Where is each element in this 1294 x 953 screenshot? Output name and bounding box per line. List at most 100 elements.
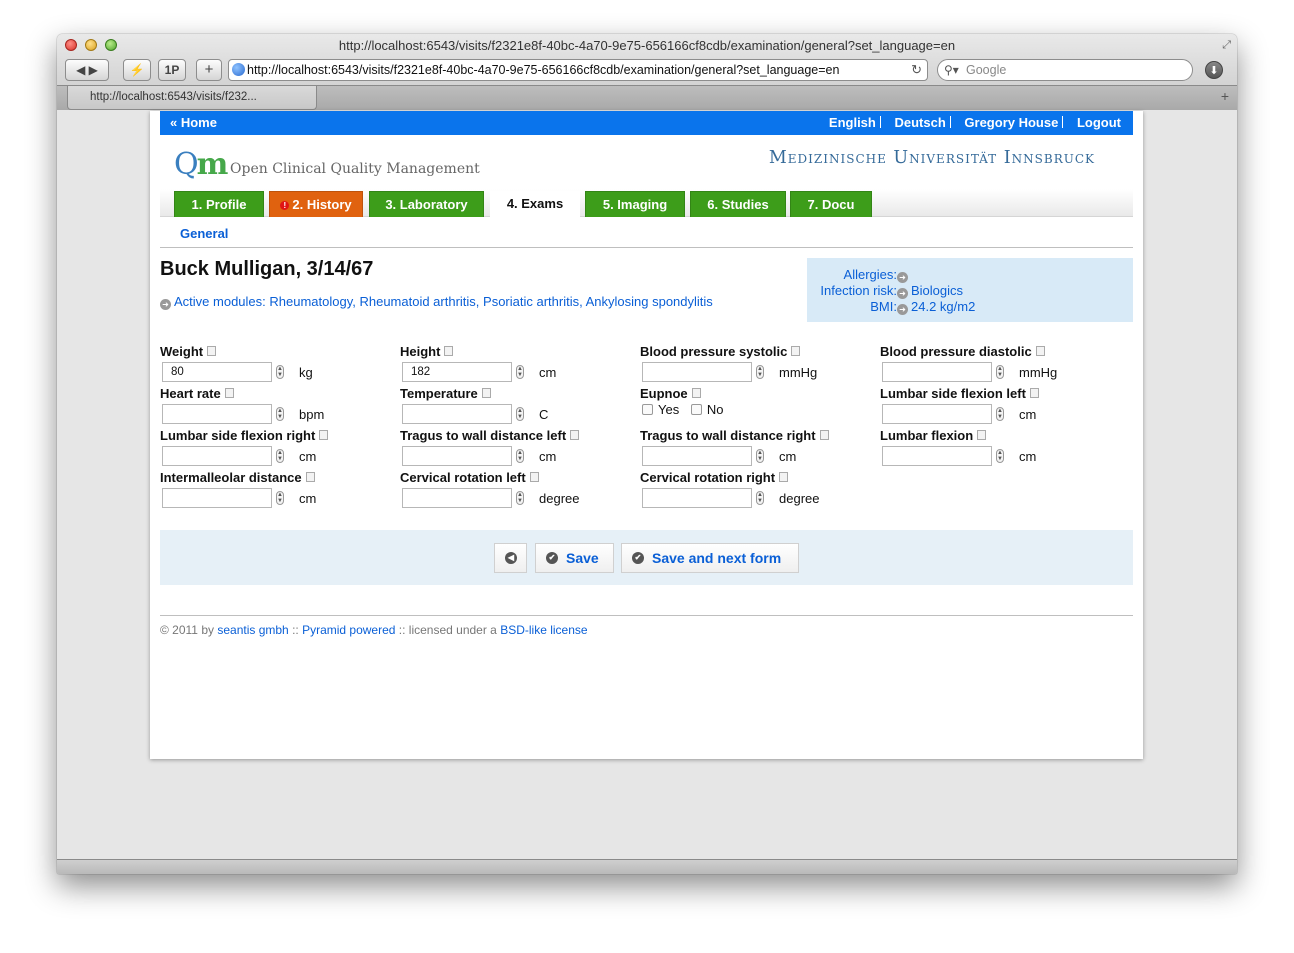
tragus-right-input-row: ▲ ▼ cm xyxy=(640,446,870,467)
checkbox-no[interactable] xyxy=(690,404,702,415)
spinner-icon[interactable]: ▲ ▼ xyxy=(996,365,1004,379)
forward-icon[interactable]: ▶ xyxy=(89,63,98,77)
subnav-general[interactable]: General xyxy=(180,226,228,241)
back-icon[interactable]: ◀ xyxy=(76,63,85,77)
reload-icon[interactable]: ↻ xyxy=(911,60,922,80)
bmi-text: 24.2 kg/m2 xyxy=(911,299,976,314)
add-bookmark-button[interactable]: + xyxy=(196,59,222,81)
back-forward-buttons[interactable]: ◀ ▶ xyxy=(65,59,109,81)
note-icon[interactable] xyxy=(481,388,491,398)
tab-laboratory[interactable]: 3. Laboratory xyxy=(369,191,484,217)
modules-list[interactable]: Rheumatology, Rheumatoid arthritis, Psor… xyxy=(269,294,712,309)
checkbox-yes[interactable] xyxy=(642,404,653,415)
spinner-icon[interactable]: ▲ ▼ xyxy=(276,407,284,421)
note-icon[interactable] xyxy=(819,430,829,440)
intermalleolar-input[interactable] xyxy=(162,488,272,508)
spinner-icon[interactable]: ▲ ▼ xyxy=(276,365,284,379)
note-icon[interactable] xyxy=(319,430,329,440)
tragus-left-input[interactable] xyxy=(402,446,512,466)
note-icon[interactable] xyxy=(224,388,234,398)
bp-systolic-input[interactable] xyxy=(642,362,752,382)
arrow-circle-icon: ➜ xyxy=(897,272,908,283)
note-icon[interactable] xyxy=(791,346,801,356)
spinner-icon[interactable]: ▲ ▼ xyxy=(756,365,764,379)
cervical-right-input[interactable] xyxy=(642,488,752,508)
back-button[interactable]: ◀ xyxy=(494,543,527,573)
pyramid-link[interactable]: Pyramid powered xyxy=(302,623,395,637)
lumbar-flexion-input-row: ▲ ▼ cm xyxy=(880,446,1110,467)
university-name: Medizinische Universität Innsbruck xyxy=(768,148,1095,168)
spinner-icon[interactable]: ▲ ▼ xyxy=(516,491,524,505)
note-icon[interactable] xyxy=(1029,388,1039,398)
spinner-icon[interactable]: ▲ ▼ xyxy=(756,449,764,463)
tab-exams[interactable]: 4. Exams xyxy=(490,191,580,217)
heart-rate-input-row: ▲ ▼ bpm xyxy=(160,404,390,425)
new-tab-icon[interactable]: + xyxy=(1221,88,1229,104)
save-button[interactable]: ✔ Save xyxy=(535,543,614,573)
lang-deutsch-link[interactable]: Deutsch xyxy=(894,115,945,130)
spinner-icon[interactable]: ▲ ▼ xyxy=(276,449,284,463)
tab-profile[interactable]: 1. Profile xyxy=(174,191,264,217)
height-input[interactable] xyxy=(402,362,512,382)
tab-history[interactable]: ! 2. History xyxy=(269,191,363,217)
home-link[interactable]: « Home xyxy=(170,111,217,135)
spinner-icon[interactable]: ▲ ▼ xyxy=(996,407,1004,421)
weight-input[interactable] xyxy=(162,362,272,382)
temperature-input-row: ▲ ▼ C xyxy=(400,404,630,425)
tragus-left-unit: cm xyxy=(539,449,557,464)
note-icon[interactable] xyxy=(444,346,454,356)
note-icon[interactable] xyxy=(977,430,987,440)
user-link[interactable]: Gregory House xyxy=(964,115,1058,130)
eupnoe-yes-option[interactable]: Yes xyxy=(640,402,679,417)
url-text[interactable]: http://localhost:6543/visits/f2321e8f-40… xyxy=(247,63,839,77)
bmi-value[interactable]: ➜ 24.2 kg/m2 xyxy=(897,299,975,315)
spinner-icon[interactable]: ▲ ▼ xyxy=(516,407,524,421)
onepassword-button[interactable]: 1P xyxy=(158,59,186,81)
spinner-icon[interactable]: ▲ ▼ xyxy=(276,491,284,505)
address-bar[interactable]: http://localhost:6543/visits/f2321e8f-40… xyxy=(228,59,928,81)
save-next-button[interactable]: ✔ Save and next form xyxy=(621,543,799,573)
cervical-left-input[interactable] xyxy=(402,488,512,508)
search-field[interactable]: ⚲▾ Google xyxy=(937,59,1193,81)
spinner-icon[interactable]: ▲ ▼ xyxy=(516,365,524,379)
lang-english-link[interactable]: English xyxy=(829,115,876,130)
infection-value[interactable]: ➜ Biologics xyxy=(897,283,963,299)
note-icon[interactable] xyxy=(529,472,539,482)
arrow-circle-icon: ➜ xyxy=(897,304,908,315)
allergies-value[interactable]: ➜ xyxy=(897,267,911,283)
tab-label: 7. Docu xyxy=(807,197,855,212)
note-icon[interactable] xyxy=(691,388,701,398)
bp-diastolic-input[interactable] xyxy=(882,362,992,382)
active-modules[interactable]: ➜ Active modules: Rheumatology, Rheumatoi… xyxy=(160,294,713,310)
ocqm-logo[interactable]: Qm Open Clinical Quality Management xyxy=(174,147,480,182)
bookmarks-button[interactable]: ⚡ xyxy=(123,59,151,81)
note-icon[interactable] xyxy=(779,472,789,482)
tab-bar: http://localhost:6543/visits/f232... + xyxy=(57,85,1237,110)
eupnoe-no-option[interactable]: No xyxy=(683,402,723,417)
downloads-icon[interactable]: ⬇ xyxy=(1205,61,1223,79)
note-icon[interactable] xyxy=(207,346,217,356)
tab-imaging[interactable]: 5. Imaging xyxy=(585,191,685,217)
note-icon[interactable] xyxy=(305,472,315,482)
tab-docu[interactable]: 7. Docu xyxy=(790,191,872,217)
browser-tab[interactable]: http://localhost:6543/visits/f232... xyxy=(67,86,317,110)
temperature-input[interactable] xyxy=(402,404,512,424)
logout-link[interactable]: Logout xyxy=(1077,115,1121,130)
lumbar-left-input-row: ▲ ▼ cm xyxy=(880,404,1110,425)
spinner-icon[interactable]: ▲ ▼ xyxy=(756,491,764,505)
fullscreen-icon[interactable]: ⤢ xyxy=(1222,39,1231,52)
tab-studies[interactable]: 6. Studies xyxy=(690,191,786,217)
lumbar-left-input[interactable] xyxy=(882,404,992,424)
note-icon[interactable] xyxy=(1035,346,1045,356)
lumbar-right-input[interactable] xyxy=(162,446,272,466)
note-icon[interactable] xyxy=(570,430,580,440)
lumbar-flexion-input[interactable] xyxy=(882,446,992,466)
company-link[interactable]: seantis gmbh xyxy=(217,623,288,637)
spinner-icon[interactable]: ▲ ▼ xyxy=(996,449,1004,463)
tragus-right-input[interactable] xyxy=(642,446,752,466)
heart-rate-input[interactable] xyxy=(162,404,272,424)
license-link[interactable]: BSD-like license xyxy=(500,623,587,637)
infection-label: Infection risk: xyxy=(820,283,897,298)
height-unit: cm xyxy=(539,365,557,380)
spinner-icon[interactable]: ▲ ▼ xyxy=(516,449,524,463)
